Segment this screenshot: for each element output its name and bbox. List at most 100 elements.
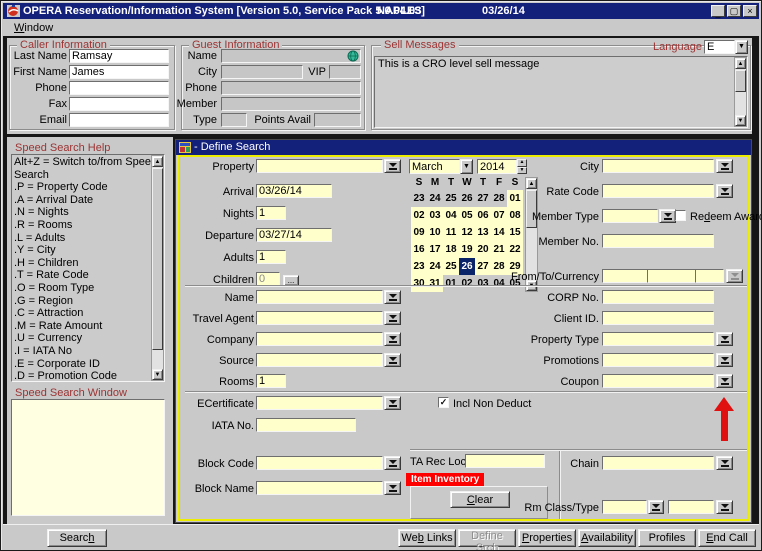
calendar-day[interactable]: 14 [491, 224, 507, 241]
ecertificate-lov-button[interactable] [384, 396, 401, 410]
caller-phone-field[interactable] [69, 81, 169, 95]
arrival-field[interactable] [256, 184, 332, 198]
member-type-field[interactable] [602, 209, 658, 223]
rate-code-lov-button[interactable] [716, 184, 733, 198]
city-field[interactable] [602, 159, 714, 173]
calendar-day[interactable]: 11 [443, 224, 459, 241]
calendar-month-field[interactable] [409, 159, 460, 174]
rm-type-field[interactable] [668, 500, 714, 514]
currency-field[interactable] [695, 269, 724, 283]
sell-messages-scrollbar[interactable]: ▲ ▼ [734, 57, 747, 127]
member-type-lov-button[interactable] [659, 209, 676, 223]
source-field[interactable] [256, 353, 383, 367]
speed-help-scrollbar[interactable]: ▲ ▼ [151, 155, 164, 381]
calendar-day[interactable]: 23 [411, 190, 427, 207]
incl-non-deduct-checkbox[interactable]: ✓ [438, 397, 449, 408]
scroll-down-icon[interactable]: ▼ [152, 369, 163, 380]
from-field[interactable] [602, 269, 648, 283]
children-field[interactable] [256, 272, 280, 286]
calendar-day[interactable]: 21 [491, 241, 507, 258]
travel-agent-field[interactable] [256, 311, 383, 325]
property-type-field[interactable] [602, 332, 714, 346]
property-field[interactable] [256, 159, 383, 173]
travel-agent-lov-button[interactable] [384, 311, 401, 325]
client-id-field[interactable] [602, 311, 714, 325]
rm-class-field[interactable] [602, 500, 647, 514]
calendar-day[interactable]: 13 [475, 224, 491, 241]
source-lov-button[interactable] [384, 353, 401, 367]
to-field[interactable] [647, 269, 696, 283]
first-name-field[interactable] [69, 65, 169, 79]
calendar-day[interactable]: 28 [491, 258, 507, 275]
ecertificate-field[interactable] [256, 396, 383, 410]
month-dropdown-button[interactable]: ▼ [460, 159, 473, 174]
rooms-field[interactable] [256, 374, 286, 388]
scroll-down-icon[interactable]: ▼ [735, 115, 746, 126]
property-lov-button[interactable] [384, 159, 401, 173]
coupon-field[interactable] [602, 374, 714, 388]
scrollbar-thumb[interactable] [152, 168, 163, 350]
company-field[interactable] [256, 332, 383, 346]
block-name-lov-button[interactable] [384, 481, 401, 495]
web-links-button[interactable]: Web Links [398, 529, 456, 547]
promotions-lov-button[interactable] [716, 353, 733, 367]
calendar-day[interactable]: 26 [459, 190, 475, 207]
adults-field[interactable] [256, 250, 286, 264]
rm-type-lov-button[interactable] [716, 500, 733, 514]
rate-code-field[interactable] [602, 184, 714, 198]
email-field[interactable] [69, 113, 169, 127]
name-lov-button[interactable] [384, 290, 401, 304]
calendar-day[interactable]: 24 [427, 258, 443, 275]
clear-button[interactable]: Clear [450, 491, 510, 508]
calendar-day[interactable]: 25 [443, 258, 459, 275]
calendar-day[interactable]: 24 [427, 190, 443, 207]
calendar-day[interactable]: 18 [443, 241, 459, 258]
departure-field[interactable] [256, 228, 332, 242]
scroll-up-icon[interactable]: ▲ [152, 156, 163, 167]
calendar-day[interactable]: 25 [443, 190, 459, 207]
property-type-lov-button[interactable] [716, 332, 733, 346]
calendar-day[interactable]: 06 [475, 207, 491, 224]
last-name-field[interactable] [69, 49, 169, 63]
calendar-day[interactable]: 26 [459, 258, 475, 275]
member-no-field[interactable] [602, 234, 714, 248]
minimize-button[interactable]: _ [711, 5, 725, 17]
end-call-button[interactable]: End Call [698, 529, 756, 547]
calendar-day[interactable]: 09 [411, 224, 427, 241]
properties-button[interactable]: Properties [518, 529, 576, 547]
chain-lov-button[interactable] [716, 456, 733, 470]
language-field[interactable] [704, 40, 735, 54]
availability-button[interactable]: Availability [578, 529, 636, 547]
fax-field[interactable] [69, 97, 169, 111]
calendar-day[interactable]: 27 [475, 258, 491, 275]
company-lov-button[interactable] [384, 332, 401, 346]
calendar-day[interactable]: 03 [475, 275, 491, 292]
block-code-field[interactable] [256, 456, 383, 470]
calendar-day[interactable]: 23 [411, 258, 427, 275]
nights-field[interactable] [256, 206, 286, 220]
calendar-day[interactable]: 12 [459, 224, 475, 241]
coupon-lov-button[interactable] [716, 374, 733, 388]
chain-field[interactable] [602, 456, 714, 470]
calendar-day[interactable]: 02 [411, 207, 427, 224]
speed-search-help-listbox[interactable]: Alt+Z = Switch to/from SpeedSearch.P = P… [11, 154, 165, 382]
language-dropdown-button[interactable]: ▼ [735, 40, 748, 54]
calendar-day[interactable]: 04 [443, 207, 459, 224]
calendar-day[interactable]: 30 [411, 275, 427, 292]
scroll-up-icon[interactable]: ▲ [735, 58, 746, 69]
calendar-day[interactable]: 16 [411, 241, 427, 258]
city-lov-button[interactable] [716, 159, 733, 173]
calendar-day[interactable]: 31 [427, 275, 443, 292]
calendar-day[interactable]: 02 [459, 275, 475, 292]
speed-search-window-box[interactable] [11, 399, 165, 516]
menu-window[interactable]: Window [10, 21, 57, 35]
search-button[interactable]: Search [47, 529, 107, 547]
calendar-day[interactable]: 03 [427, 207, 443, 224]
calendar-day[interactable]: 10 [427, 224, 443, 241]
calendar-day[interactable]: 28 [491, 190, 507, 207]
calendar-day[interactable]: 27 [475, 190, 491, 207]
block-name-field[interactable] [256, 481, 383, 495]
maximize-button[interactable]: ▢ [727, 5, 741, 17]
scrollbar-thumb[interactable] [735, 70, 746, 92]
redeem-award-checkbox[interactable] [675, 210, 686, 221]
